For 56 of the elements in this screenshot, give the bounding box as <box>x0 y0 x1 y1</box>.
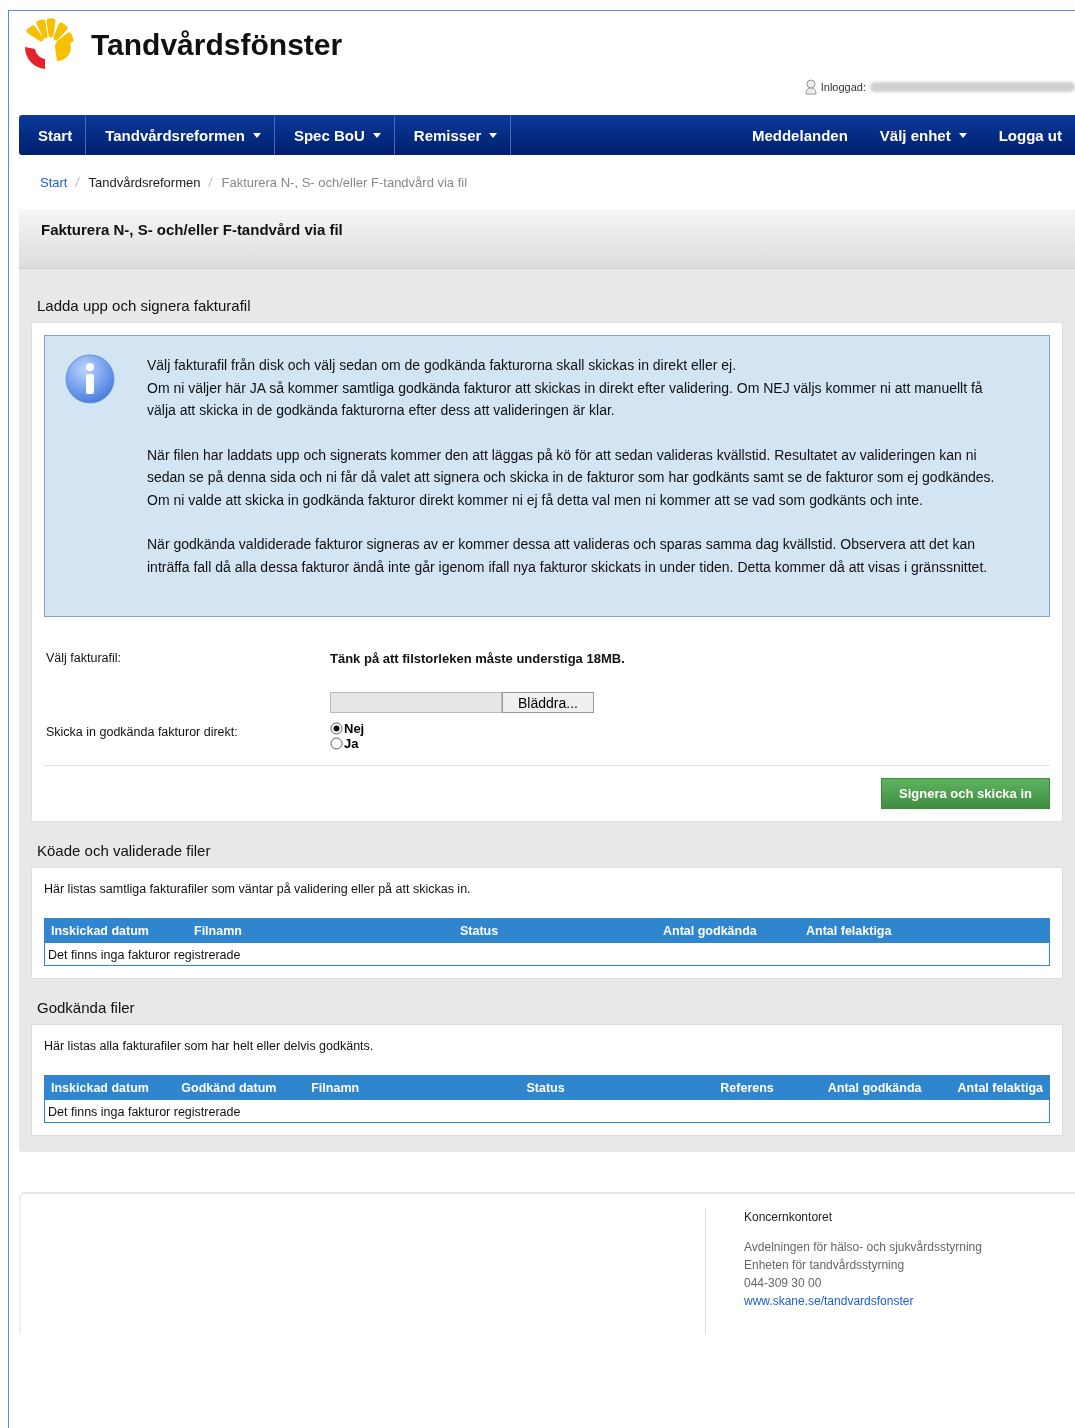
footer-link[interactable]: www.skane.se/tandvardsfonster <box>744 1294 914 1308</box>
section-heading: Ladda upp och signera fakturafil <box>36 296 252 316</box>
radio-icon[interactable] <box>330 737 343 750</box>
column-header: Status <box>454 918 657 943</box>
nav-item[interactable]: Meddelanden <box>732 115 861 155</box>
column-header: Antal felaktiga <box>800 918 1050 943</box>
column-header: Status <box>520 1075 715 1100</box>
column-header: Antal godkända <box>821 1075 952 1100</box>
footer-line: Avdelningen för hälso- och sjukvårdsstyrning <box>744 1239 982 1256</box>
column-header: Filnamn <box>305 1075 521 1100</box>
column-header: Inskickad datum <box>44 918 188 943</box>
logged-in-label: Inloggad: <box>820 81 866 93</box>
file-size-note: Tänk på att filstorleken måste understiga 18MB. <box>330 651 626 666</box>
empty-message: Det finns inga fakturor registrerade <box>44 943 1050 966</box>
radio-option[interactable]: Nej <box>330 721 1050 736</box>
field-label: Välj fakturafil: <box>46 651 123 666</box>
column-header: Godkänd datum <box>175 1075 306 1100</box>
breadcrumb-item: Tandvårdsreformen <box>88 174 201 190</box>
footer-line: Enheten för tandvårdsstyrning <box>744 1257 906 1274</box>
separator-icon <box>208 177 214 187</box>
section-description: Här listas samtliga fakturafiler som väntar på validering eller på att skickas in. <box>44 881 472 898</box>
site-title: Tandvårdsfönster <box>91 28 343 62</box>
caret-icon <box>252 132 261 138</box>
browse-button[interactable]: Bläddra... <box>502 692 594 713</box>
nav-item[interactable]: Spec BoU <box>274 115 395 155</box>
column-header: Antal godkända <box>657 918 800 943</box>
section-description: Här listas alla fakturafiler som har helt eller delvis godkänts. <box>44 1038 375 1055</box>
column-header: Antal felaktiga <box>951 1075 1050 1100</box>
separator-icon <box>75 177 81 187</box>
footer-org: Koncernkontoret <box>744 1209 834 1226</box>
nav-item[interactable]: Start <box>19 115 87 155</box>
file-field[interactable] <box>330 692 502 713</box>
nav-item[interactable]: Logga ut <box>979 115 1075 155</box>
footer-line: 044-309 30 00 <box>744 1275 823 1292</box>
info-paragraph: När godkända valdiderade fakturor signeras av er kommer dessa att valideras och sparas samma dag kvällstid. Observera att det kan inträffa fall då alla dessa fakturor ändå inte går igenom ifall nya fakturor skickats in under tiden. Detta kommer då att visas i gränssnittet. <box>147 535 989 577</box>
caret-icon <box>958 132 967 138</box>
nav-item[interactable]: Välj enhet <box>860 115 980 155</box>
empty-message: Det finns inga fakturor registrerade <box>44 1100 1050 1123</box>
column-header: Inskickad datum <box>44 1075 176 1100</box>
column-header: Filnamn <box>188 918 454 943</box>
info-paragraph: Välj fakturafil från disk och välj sedan om de godkända fakturorna skall skickas in direkt eller ej. Om ni väljer här JA så kommer samtliga godkända fakturor att skickas in direkt efter validering. Om NEJ väljs kommer ni att manuellt få välja att skicka in de godkända fakturorna efter dess att valideringen är klar. <box>147 356 984 420</box>
field-label: Skicka in godkända fakturor direkt: <box>46 725 239 741</box>
radio-icon[interactable] <box>330 722 343 735</box>
nav-item[interactable]: Tandvårdsreformen <box>86 115 275 155</box>
nav-item[interactable]: Remisser <box>394 115 512 155</box>
breadcrumb-current: Fakturera N-, S- och/eller F-tandvård via fil <box>221 174 468 190</box>
caret-icon <box>489 132 498 138</box>
info-paragraph: När filen har laddats upp och signerats kommer den att läggas på kö för att sedan valideras kvällstid. Resultatet av valideringen kan ni sedan se på denna sida och ni får då valet att signera och skicka in de fakturor som har godkänts samt se de fakturor som ej godkändes. Om ni valde att skicka in godkända fakturor direkt kommer ni ej få detta val men ni kommer att se vad som godkänts och inte. <box>147 445 996 510</box>
section-heading: Köade och validerade filer <box>36 841 212 861</box>
user-icon <box>804 79 817 95</box>
radio-option[interactable]: Ja <box>330 736 1050 751</box>
section-heading: Godkända filer <box>36 998 136 1018</box>
breadcrumb-link[interactable]: Start <box>40 174 68 190</box>
caret-icon <box>372 132 381 138</box>
page-title: Fakturera N-, S- och/eller F-tandvård via fil <box>19 209 1075 269</box>
column-header: Referens <box>714 1075 822 1100</box>
